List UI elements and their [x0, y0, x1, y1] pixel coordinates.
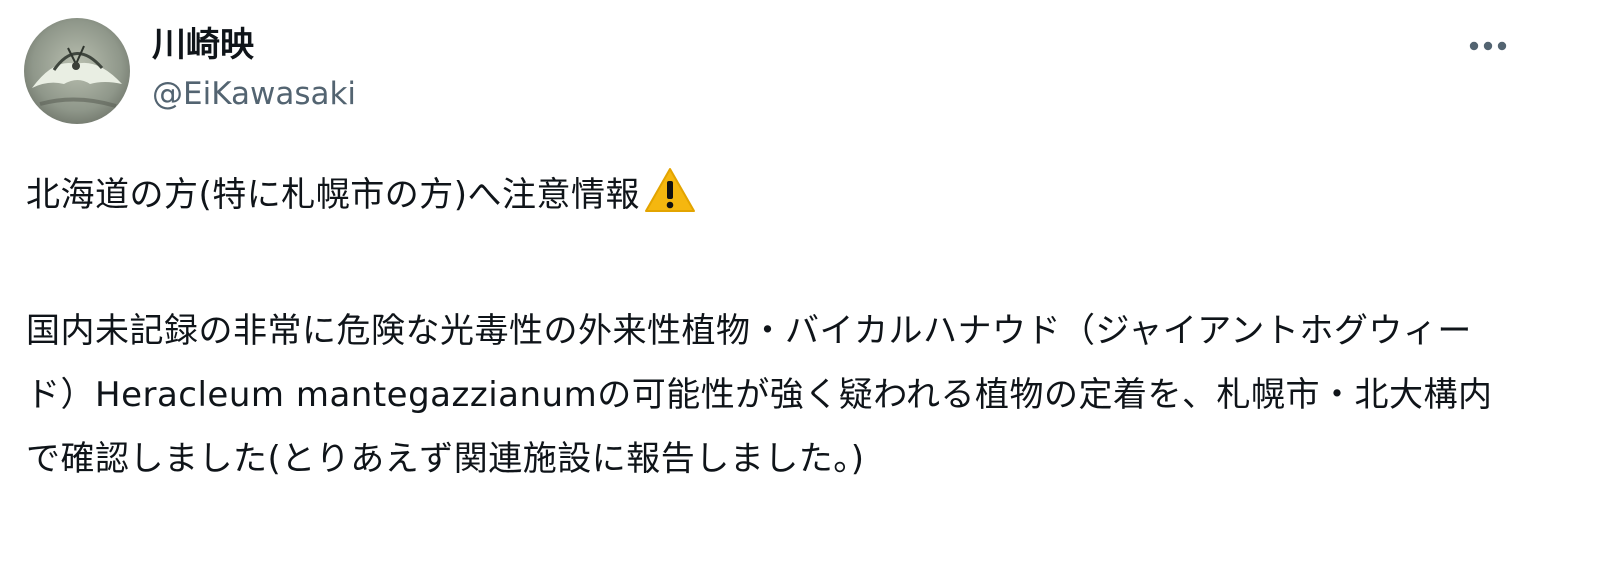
tweet-text: 北海道の方(特に札幌市の方)へ注意情報 国内未記録の非常に危険な光毒性の外来性植…: [26, 163, 1506, 491]
more-horizontal-icon: [1469, 41, 1507, 51]
warning-icon: [644, 166, 696, 235]
avatar-image: [24, 18, 130, 124]
more-options-button[interactable]: [1462, 24, 1514, 68]
author-display-name[interactable]: 川崎映: [152, 22, 356, 68]
tweet-paragraph-2: 国内未記録の非常に危険な光毒性の外来性植物・バイカルハナウド（ジャイアントホグウ…: [26, 311, 1493, 479]
tweet-card[interactable]: 川崎映 @EiKawasaki 北海道の方(特に札幌市の方)へ注意情報 国内未記…: [0, 0, 1600, 585]
tweet-line-1: 北海道の方(特に札幌市の方)へ注意情報: [26, 163, 1506, 235]
author-block: 川崎映 @EiKawasaki: [152, 22, 356, 114]
avatar[interactable]: [24, 18, 130, 124]
author-handle[interactable]: @EiKawasaki: [152, 74, 356, 114]
tweet-line-1-text: 北海道の方(特に札幌市の方)へ注意情報: [26, 175, 641, 215]
